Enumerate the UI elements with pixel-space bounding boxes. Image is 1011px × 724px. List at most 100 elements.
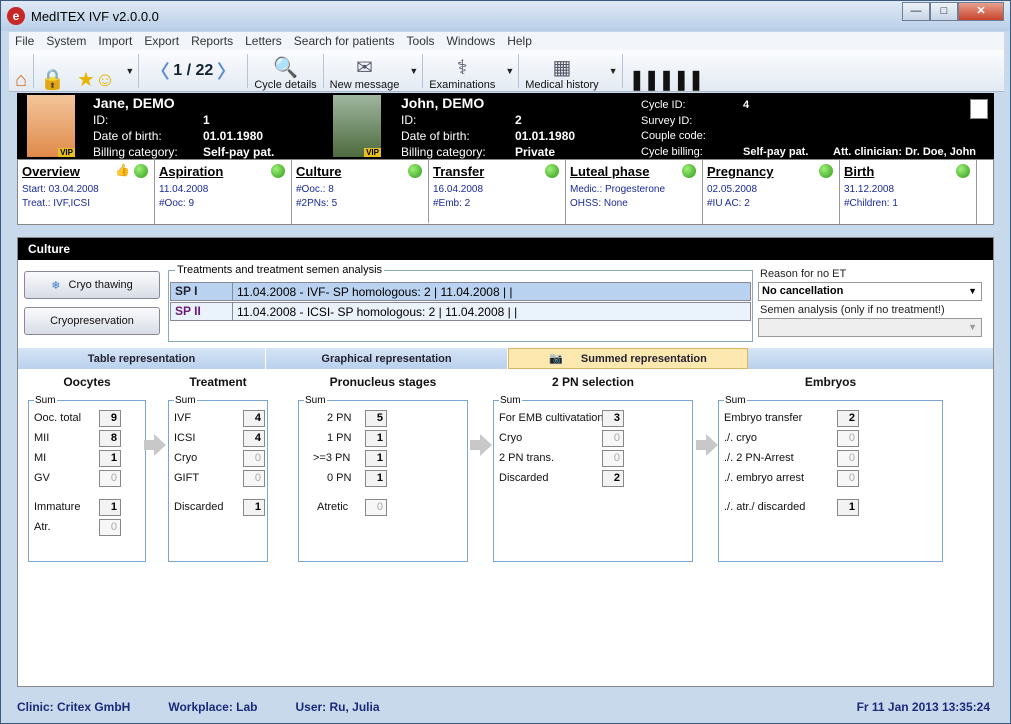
cycle-billing-label: Cycle billing:: [641, 146, 703, 158]
barcode-icon: ❚❚❚❚❚: [628, 68, 705, 91]
menu-windows[interactable]: Windows: [447, 34, 496, 48]
menu-search-patients[interactable]: Search for patients: [294, 34, 395, 48]
stethoscope-icon: ⚕: [456, 56, 468, 79]
title-bar: e MedITEX IVF v2.0.0.0 — □ ✕: [1, 1, 1010, 31]
item-label: Immature: [34, 501, 81, 513]
favorites-button[interactable]: ★☺: [71, 51, 121, 91]
count-field[interactable]: 1: [243, 499, 265, 516]
semen-analysis-select[interactable]: ▼: [758, 318, 982, 337]
new-message-button[interactable]: ✉ New message: [324, 51, 406, 91]
tab-luteal-phase[interactable]: Luteal phase Medic.: Progesterone OHSS: No…: [566, 160, 703, 224]
aspiration-ooc: #Ooc: 9: [159, 198, 195, 209]
tab-pregnancy[interactable]: Pregnancy 02.05.2008 #IU AC: 2: [703, 160, 840, 224]
table-row[interactable]: SP I 11.04.2008 - IVF- SP homologous: 2 |…: [170, 282, 751, 301]
status-green-icon: [271, 164, 285, 178]
arrow-right-icon: [470, 434, 492, 456]
menu-file[interactable]: File: [15, 34, 34, 48]
cryo-thawing-button[interactable]: ❄ Cryo thawing: [24, 271, 160, 299]
menu-tools[interactable]: Tools: [407, 34, 435, 48]
medical-history-label: Medical history: [525, 78, 599, 91]
count-field[interactable]: 1: [365, 450, 387, 467]
status-green-icon: [682, 164, 696, 178]
tab-culture[interactable]: Culture #Ooc.: 8 #2PNs: 5: [292, 160, 429, 224]
arrow-right-icon: [696, 434, 718, 456]
patient-header: VIP Jane, DEMO ID: 1 Date of birth: 01.0…: [17, 93, 994, 159]
barcode-scanner-button[interactable]: ❚❚❚❚❚: [623, 51, 709, 91]
close-button[interactable]: ✕: [958, 2, 1004, 21]
male-avatar[interactable]: VIP: [333, 95, 381, 157]
home-button[interactable]: ⌂: [9, 51, 33, 91]
semen-sample-desc: 11.04.2008 - ICSI- SP homologous: 2 | 11…: [237, 304, 518, 319]
count-field[interactable]: 0: [837, 470, 859, 487]
tab-aspiration[interactable]: Aspiration 11.04.2008 #Ooc: 9: [155, 160, 292, 224]
count-field[interactable]: 1: [837, 499, 859, 516]
count-field[interactable]: 1: [99, 450, 121, 467]
item-label: IVF: [174, 412, 192, 424]
tab-birth[interactable]: Birth 31.12.2008 #Children: 1: [840, 160, 977, 224]
tab-graphical-representation[interactable]: Graphical representation: [266, 348, 508, 369]
menu-letters[interactable]: Letters: [245, 34, 282, 48]
count-field[interactable]: 2: [837, 410, 859, 427]
count-field[interactable]: 0: [837, 450, 859, 467]
item-label: For EMB cultivatation: [499, 412, 604, 424]
count-field[interactable]: 0: [243, 450, 265, 467]
count-field[interactable]: 0: [602, 450, 624, 467]
prev-cycle-icon[interactable]: 〈: [151, 58, 169, 84]
count-field[interactable]: 0: [243, 470, 265, 487]
favorites-dropdown-icon[interactable]: ▼: [125, 66, 134, 76]
item-label: MI: [34, 452, 47, 464]
document-icon[interactable]: [970, 99, 988, 119]
table-row[interactable]: SP II 11.04.2008 - ICSI- SP homologous: 2…: [170, 302, 751, 321]
maximize-button[interactable]: □: [930, 2, 958, 21]
item-label: 2 PN: [327, 412, 352, 424]
count-field[interactable]: 2: [602, 470, 624, 487]
new-message-dropdown-icon[interactable]: ▼: [409, 66, 418, 76]
male-dob-label: Date of birth:: [401, 129, 470, 143]
count-field[interactable]: 4: [243, 430, 265, 447]
examinations-button[interactable]: ⚕ Examinations: [423, 51, 501, 91]
count-field[interactable]: 1: [365, 430, 387, 447]
count-field[interactable]: 0: [99, 519, 121, 536]
medical-history-dropdown-icon[interactable]: ▼: [609, 66, 618, 76]
minimize-button[interactable]: —: [902, 2, 930, 21]
semen-sample-desc: 11.04.2008 - IVF- SP homologous: 2 | 11.…: [237, 284, 513, 299]
cryopreservation-button[interactable]: Cryopreservation: [24, 307, 160, 335]
count-field[interactable]: 0: [837, 430, 859, 447]
status-green-icon: [134, 164, 148, 178]
count-field[interactable]: 5: [365, 410, 387, 427]
item-label: ICSI: [174, 432, 196, 444]
next-cycle-icon[interactable]: 〉: [217, 58, 235, 84]
count-field[interactable]: 1: [365, 470, 387, 487]
tab-transfer[interactable]: Transfer 16.04.2008 #Emb: 2: [429, 160, 566, 224]
menu-help[interactable]: Help: [507, 34, 532, 48]
tab-overview[interactable]: Overview 👍 Start: 03.04.2008 Treat.: IVF,IC…: [18, 160, 155, 224]
reason-no-et-select[interactable]: No cancellation ▼: [758, 282, 982, 301]
item-label: 2 PN trans.: [499, 452, 555, 464]
count-field[interactable]: 1: [99, 499, 121, 516]
menu-import[interactable]: Import: [98, 34, 132, 48]
examinations-dropdown-icon[interactable]: ▼: [505, 66, 514, 76]
count-field[interactable]: 3: [602, 410, 624, 427]
cycle-details-button[interactable]: 🔍 Cycle details: [248, 51, 322, 91]
female-avatar[interactable]: VIP: [27, 95, 75, 157]
sum-label: Sum: [499, 395, 522, 406]
menu-export[interactable]: Export: [144, 34, 179, 48]
tab-aspiration-title: Aspiration: [159, 164, 224, 179]
item-label: ./. cryo: [724, 432, 758, 444]
menu-reports[interactable]: Reports: [191, 34, 233, 48]
count-field[interactable]: 9: [99, 410, 121, 427]
count-field[interactable]: 0: [602, 430, 624, 447]
lock-button[interactable]: 🔒: [34, 51, 71, 91]
count-field[interactable]: 4: [243, 410, 265, 427]
count-field[interactable]: 0: [365, 499, 387, 516]
aspiration-date: 11.04.2008: [159, 184, 209, 195]
count-field[interactable]: 0: [99, 470, 121, 487]
tab-summed-representation[interactable]: 📷 Summed representation: [508, 348, 748, 369]
count-field[interactable]: 8: [99, 430, 121, 447]
menu-system[interactable]: System: [46, 34, 86, 48]
semen-analysis-label: Semen analysis (only if no treatment!): [760, 304, 945, 316]
male-vip-badge: VIP: [364, 148, 381, 157]
medical-history-button[interactable]: ▦ Medical history: [519, 51, 604, 91]
tab-table-representation[interactable]: Table representation: [18, 348, 266, 369]
luteal-medic: Medic.: Progesterone: [570, 184, 666, 195]
